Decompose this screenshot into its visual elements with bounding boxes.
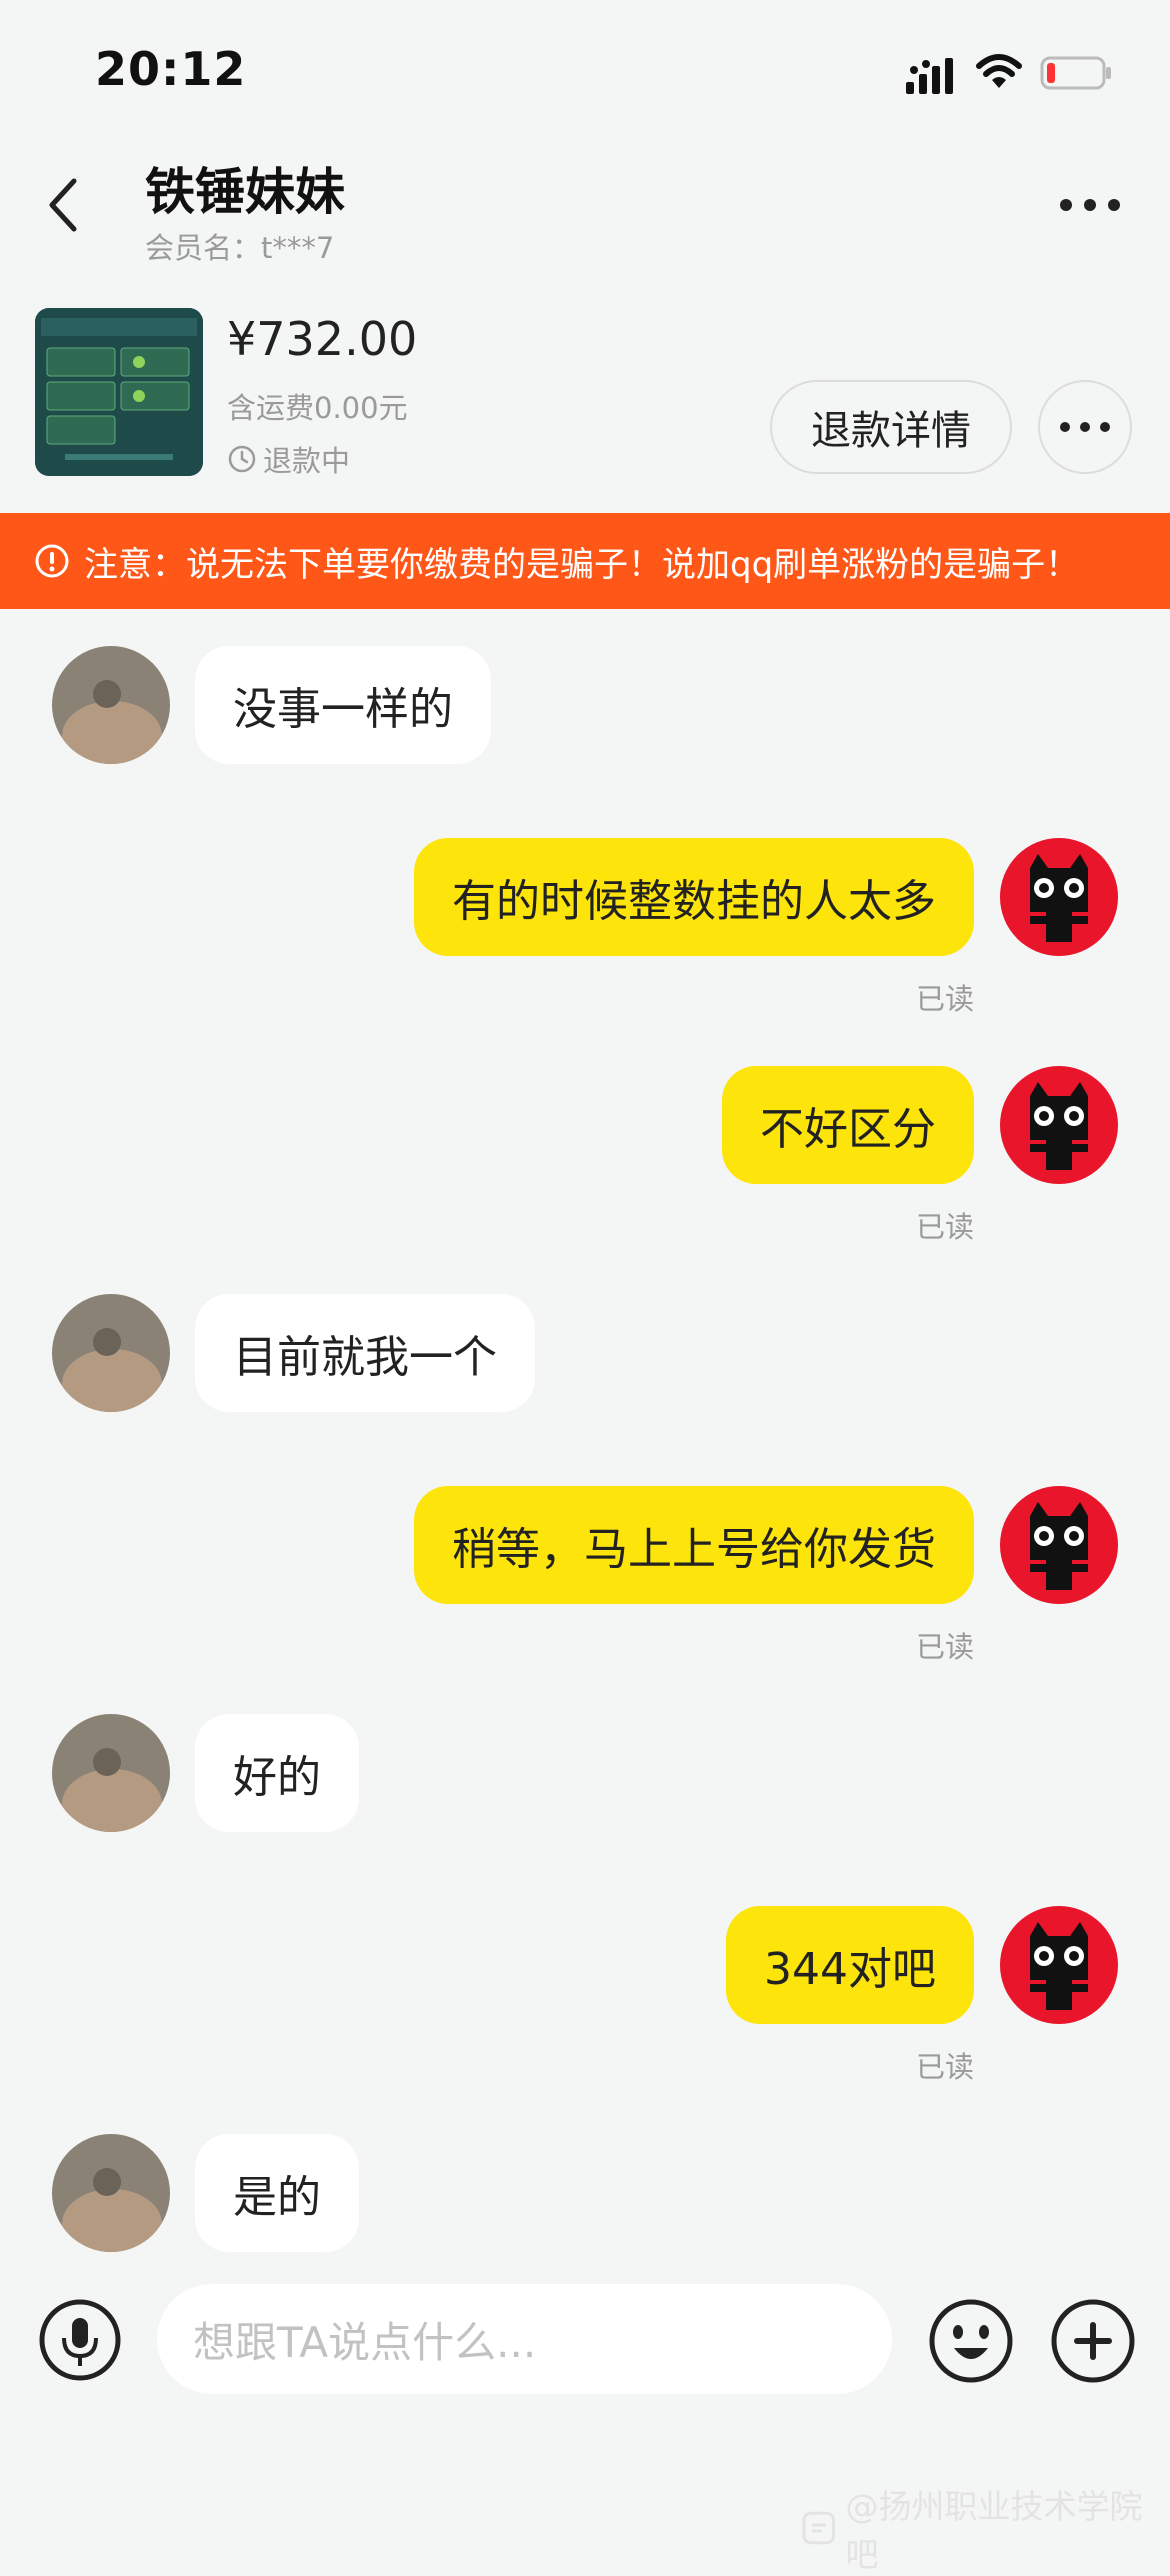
avatar[interactable] xyxy=(1000,1066,1118,1184)
message-input[interactable]: 想跟TA说点什么... xyxy=(157,2284,892,2394)
message-bubble[interactable]: 没事一样的 xyxy=(195,646,491,764)
warning-icon xyxy=(35,544,69,578)
avatar[interactable] xyxy=(1000,1906,1118,2024)
read-receipt: 已读 xyxy=(915,982,974,1016)
message-bubble[interactable]: 有的时候整数挂的人太多 xyxy=(414,838,974,956)
message-bubble[interactable]: 好的 xyxy=(195,1714,359,1832)
more-icon xyxy=(1060,422,1110,432)
avatar[interactable] xyxy=(1000,838,1118,956)
card-more-button[interactable] xyxy=(1038,380,1132,474)
message-bubble[interactable]: 目前就我一个 xyxy=(195,1294,535,1412)
refund-status-label: 退款中 xyxy=(263,444,351,478)
more-icon[interactable] xyxy=(1050,190,1130,220)
clock-icon xyxy=(228,445,256,473)
message-bubble[interactable]: 稍等，马上上号给你发货 xyxy=(414,1486,974,1604)
status-time: 20:12 xyxy=(95,42,247,96)
shipping-fee: 含运费0.00元 xyxy=(227,391,408,425)
avatar[interactable] xyxy=(52,2134,170,2252)
product-price: ¥732.00 xyxy=(227,312,418,366)
message-bubble[interactable]: 是的 xyxy=(195,2134,359,2252)
product-thumbnail[interactable] xyxy=(35,308,203,476)
watermark-text: @扬州职业技术学院吧 xyxy=(845,2487,1143,2574)
refund-status: 退款中 xyxy=(227,438,350,480)
battery-icon xyxy=(1040,56,1111,90)
member-name: 会员名：t***7 xyxy=(145,231,335,265)
avatar[interactable] xyxy=(52,1294,170,1412)
watermark: @扬州职业技术学院吧 xyxy=(802,2480,1170,2576)
watermark-logo-icon xyxy=(802,2511,835,2545)
scam-warning-banner: 注意：说无法下单要你缴费的是骗子！说加qq刷单涨粉的是骗子！ xyxy=(0,513,1170,609)
wifi-icon xyxy=(976,54,1022,88)
refund-details-button[interactable]: 退款详情 xyxy=(770,380,1012,474)
warning-text: 注意：说无法下单要你缴费的是骗子！说加qq刷单涨粉的是骗子！ xyxy=(84,544,1080,585)
plus-icon[interactable] xyxy=(1050,2298,1136,2384)
mic-icon[interactable] xyxy=(38,2298,122,2382)
emoji-icon[interactable] xyxy=(928,2298,1014,2384)
message-bubble[interactable]: 不好区分 xyxy=(722,1066,974,1184)
signal-icon xyxy=(906,58,953,94)
chat-title: 铁锤妹妹 xyxy=(145,163,345,221)
avatar[interactable] xyxy=(52,646,170,764)
avatar[interactable] xyxy=(1000,1486,1118,1604)
message-bubble[interactable]: 344对吧 xyxy=(726,1906,974,2024)
read-receipt: 已读 xyxy=(915,2050,974,2084)
read-receipt: 已读 xyxy=(915,1210,974,1244)
back-icon[interactable] xyxy=(40,175,90,235)
avatar[interactable] xyxy=(52,1714,170,1832)
read-receipt: 已读 xyxy=(915,1630,974,1664)
